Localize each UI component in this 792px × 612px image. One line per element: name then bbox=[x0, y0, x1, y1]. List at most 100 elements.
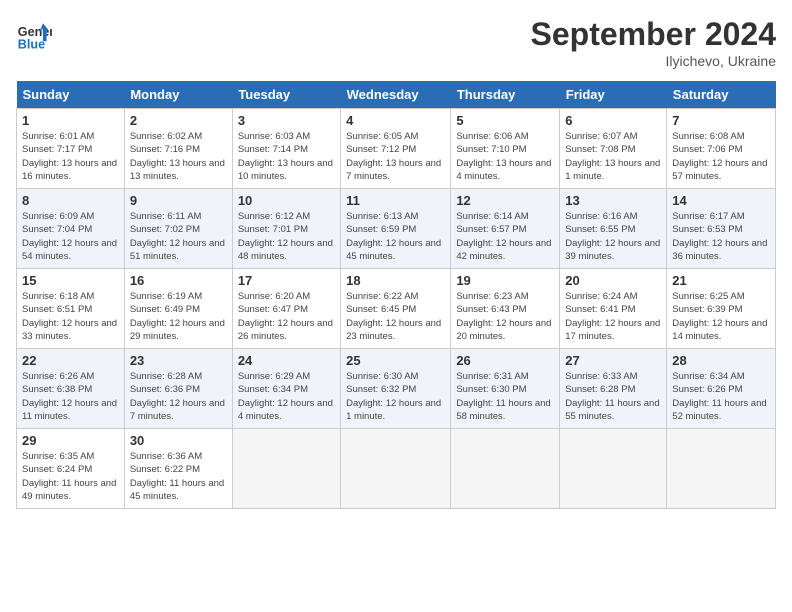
day-info: Sunrise: 6:01 AMSunset: 7:17 PMDaylight:… bbox=[22, 130, 119, 183]
calendar-body: 1 Sunrise: 6:01 AMSunset: 7:17 PMDaylight… bbox=[17, 109, 776, 509]
header-cell-tuesday: Tuesday bbox=[232, 81, 340, 109]
day-number: 17 bbox=[238, 273, 335, 288]
day-number: 13 bbox=[565, 193, 661, 208]
calendar-cell: 25Sunrise: 6:30 AMSunset: 6:32 PMDayligh… bbox=[341, 349, 451, 429]
calendar-cell: 15 Sunrise: 6:18 AMSunset: 6:51 PMDayligh… bbox=[17, 269, 125, 349]
calendar-cell bbox=[667, 429, 776, 509]
day-number: 19 bbox=[456, 273, 554, 288]
calendar-cell: 12 Sunrise: 6:14 AMSunset: 6:57 PMDayligh… bbox=[451, 189, 560, 269]
logo-icon: General Blue bbox=[16, 16, 52, 52]
calendar-cell: 18 Sunrise: 6:22 AMSunset: 6:45 PMDayligh… bbox=[341, 269, 451, 349]
day-number: 4 bbox=[346, 113, 445, 128]
day-info: Sunrise: 6:19 AMSunset: 6:49 PMDaylight:… bbox=[130, 290, 227, 343]
day-info: Sunrise: 6:03 AMSunset: 7:14 PMDaylight:… bbox=[238, 130, 335, 183]
calendar-cell: 5Sunrise: 6:06 AMSunset: 7:10 PMDaylight… bbox=[451, 109, 560, 189]
month-title: September 2024 bbox=[531, 16, 776, 53]
day-number: 18 bbox=[346, 273, 445, 288]
page-header: General Blue September 2024 Ilyichevo, U… bbox=[16, 16, 776, 69]
day-number: 15 bbox=[22, 273, 119, 288]
day-number: 1 bbox=[22, 113, 119, 128]
day-number: 7 bbox=[672, 113, 770, 128]
day-info: Sunrise: 6:07 AMSunset: 7:08 PMDaylight:… bbox=[565, 130, 661, 183]
calendar-week-row: 15 Sunrise: 6:18 AMSunset: 6:51 PMDayligh… bbox=[17, 269, 776, 349]
day-number: 29 bbox=[22, 433, 119, 448]
calendar-cell: 11Sunrise: 6:13 AMSunset: 6:59 PMDayligh… bbox=[341, 189, 451, 269]
calendar-cell: 21Sunrise: 6:25 AMSunset: 6:39 PMDayligh… bbox=[667, 269, 776, 349]
day-number: 12 bbox=[456, 193, 554, 208]
day-number: 16 bbox=[130, 273, 227, 288]
day-number: 30 bbox=[130, 433, 227, 448]
calendar-week-row: 8 Sunrise: 6:09 AMSunset: 7:04 PMDaylight… bbox=[17, 189, 776, 269]
title-block: September 2024 Ilyichevo, Ukraine bbox=[531, 16, 776, 69]
day-info: Sunrise: 6:26 AMSunset: 6:38 PMDaylight:… bbox=[22, 370, 119, 423]
calendar-cell bbox=[451, 429, 560, 509]
calendar-cell bbox=[560, 429, 667, 509]
day-info: Sunrise: 6:28 AMSunset: 6:36 PMDaylight:… bbox=[130, 370, 227, 423]
calendar-cell: 13 Sunrise: 6:16 AMSunset: 6:55 PMDayligh… bbox=[560, 189, 667, 269]
calendar-week-row: 1 Sunrise: 6:01 AMSunset: 7:17 PMDaylight… bbox=[17, 109, 776, 189]
calendar-week-row: 29 Sunrise: 6:35 AMSunset: 6:24 PMDayligh… bbox=[17, 429, 776, 509]
day-info: Sunrise: 6:08 AMSunset: 7:06 PMDaylight:… bbox=[672, 130, 770, 183]
calendar-cell: 6 Sunrise: 6:07 AMSunset: 7:08 PMDaylight… bbox=[560, 109, 667, 189]
calendar-cell: 7 Sunrise: 6:08 AMSunset: 7:06 PMDaylight… bbox=[667, 109, 776, 189]
day-number: 8 bbox=[22, 193, 119, 208]
calendar-cell: 22Sunrise: 6:26 AMSunset: 6:38 PMDayligh… bbox=[17, 349, 125, 429]
day-info: Sunrise: 6:18 AMSunset: 6:51 PMDaylight:… bbox=[22, 290, 119, 343]
day-number: 24 bbox=[238, 353, 335, 368]
day-number: 21 bbox=[672, 273, 770, 288]
day-info: Sunrise: 6:29 AMSunset: 6:34 PMDaylight:… bbox=[238, 370, 335, 423]
calendar-cell: 28 Sunrise: 6:34 AMSunset: 6:26 PMDayligh… bbox=[667, 349, 776, 429]
calendar-cell: 10Sunrise: 6:12 AMSunset: 7:01 PMDayligh… bbox=[232, 189, 340, 269]
calendar-cell bbox=[341, 429, 451, 509]
calendar-cell: 24 Sunrise: 6:29 AMSunset: 6:34 PMDayligh… bbox=[232, 349, 340, 429]
day-info: Sunrise: 6:36 AMSunset: 6:22 PMDaylight:… bbox=[130, 450, 227, 503]
day-info: Sunrise: 6:22 AMSunset: 6:45 PMDaylight:… bbox=[346, 290, 445, 343]
day-info: Sunrise: 6:09 AMSunset: 7:04 PMDaylight:… bbox=[22, 210, 119, 263]
day-number: 28 bbox=[672, 353, 770, 368]
day-info: Sunrise: 6:11 AMSunset: 7:02 PMDaylight:… bbox=[130, 210, 227, 263]
day-info: Sunrise: 6:20 AMSunset: 6:47 PMDaylight:… bbox=[238, 290, 335, 343]
calendar-cell: 1 Sunrise: 6:01 AMSunset: 7:17 PMDaylight… bbox=[17, 109, 125, 189]
day-number: 27 bbox=[565, 353, 661, 368]
calendar-cell: 16 Sunrise: 6:19 AMSunset: 6:49 PMDayligh… bbox=[124, 269, 232, 349]
header-cell-thursday: Thursday bbox=[451, 81, 560, 109]
day-info: Sunrise: 6:16 AMSunset: 6:55 PMDaylight:… bbox=[565, 210, 661, 263]
day-number: 6 bbox=[565, 113, 661, 128]
calendar-cell: 9Sunrise: 6:11 AMSunset: 7:02 PMDaylight… bbox=[124, 189, 232, 269]
calendar-cell: 23 Sunrise: 6:28 AMSunset: 6:36 PMDayligh… bbox=[124, 349, 232, 429]
day-info: Sunrise: 6:30 AMSunset: 6:32 PMDaylight:… bbox=[346, 370, 445, 423]
day-number: 26 bbox=[456, 353, 554, 368]
day-number: 14 bbox=[672, 193, 770, 208]
svg-text:Blue: Blue bbox=[18, 37, 45, 51]
location-subtitle: Ilyichevo, Ukraine bbox=[531, 53, 776, 69]
day-number: 23 bbox=[130, 353, 227, 368]
calendar-cell: 14Sunrise: 6:17 AMSunset: 6:53 PMDayligh… bbox=[667, 189, 776, 269]
day-number: 5 bbox=[456, 113, 554, 128]
day-info: Sunrise: 6:24 AMSunset: 6:41 PMDaylight:… bbox=[565, 290, 661, 343]
calendar-cell: 20Sunrise: 6:24 AMSunset: 6:41 PMDayligh… bbox=[560, 269, 667, 349]
day-info: Sunrise: 6:33 AMSunset: 6:28 PMDaylight:… bbox=[565, 370, 661, 423]
day-number: 3 bbox=[238, 113, 335, 128]
day-info: Sunrise: 6:02 AMSunset: 7:16 PMDaylight:… bbox=[130, 130, 227, 183]
calendar-week-row: 22Sunrise: 6:26 AMSunset: 6:38 PMDayligh… bbox=[17, 349, 776, 429]
header-cell-sunday: Sunday bbox=[17, 81, 125, 109]
calendar-cell: 27 Sunrise: 6:33 AMSunset: 6:28 PMDayligh… bbox=[560, 349, 667, 429]
calendar-header: SundayMondayTuesdayWednesdayThursdayFrid… bbox=[17, 81, 776, 109]
header-row: SundayMondayTuesdayWednesdayThursdayFrid… bbox=[17, 81, 776, 109]
header-cell-wednesday: Wednesday bbox=[341, 81, 451, 109]
day-number: 10 bbox=[238, 193, 335, 208]
calendar-cell: 3 Sunrise: 6:03 AMSunset: 7:14 PMDaylight… bbox=[232, 109, 340, 189]
day-info: Sunrise: 6:31 AMSunset: 6:30 PMDaylight:… bbox=[456, 370, 554, 423]
day-info: Sunrise: 6:34 AMSunset: 6:26 PMDaylight:… bbox=[672, 370, 770, 423]
calendar-cell: 19Sunrise: 6:23 AMSunset: 6:43 PMDayligh… bbox=[451, 269, 560, 349]
calendar-table: SundayMondayTuesdayWednesdayThursdayFrid… bbox=[16, 81, 776, 509]
header-cell-monday: Monday bbox=[124, 81, 232, 109]
day-info: Sunrise: 6:14 AMSunset: 6:57 PMDaylight:… bbox=[456, 210, 554, 263]
calendar-cell bbox=[232, 429, 340, 509]
day-number: 11 bbox=[346, 193, 445, 208]
calendar-cell: 29 Sunrise: 6:35 AMSunset: 6:24 PMDayligh… bbox=[17, 429, 125, 509]
calendar-cell: 2 Sunrise: 6:02 AMSunset: 7:16 PMDaylight… bbox=[124, 109, 232, 189]
day-info: Sunrise: 6:35 AMSunset: 6:24 PMDaylight:… bbox=[22, 450, 119, 503]
calendar-cell: 17 Sunrise: 6:20 AMSunset: 6:47 PMDayligh… bbox=[232, 269, 340, 349]
day-number: 2 bbox=[130, 113, 227, 128]
